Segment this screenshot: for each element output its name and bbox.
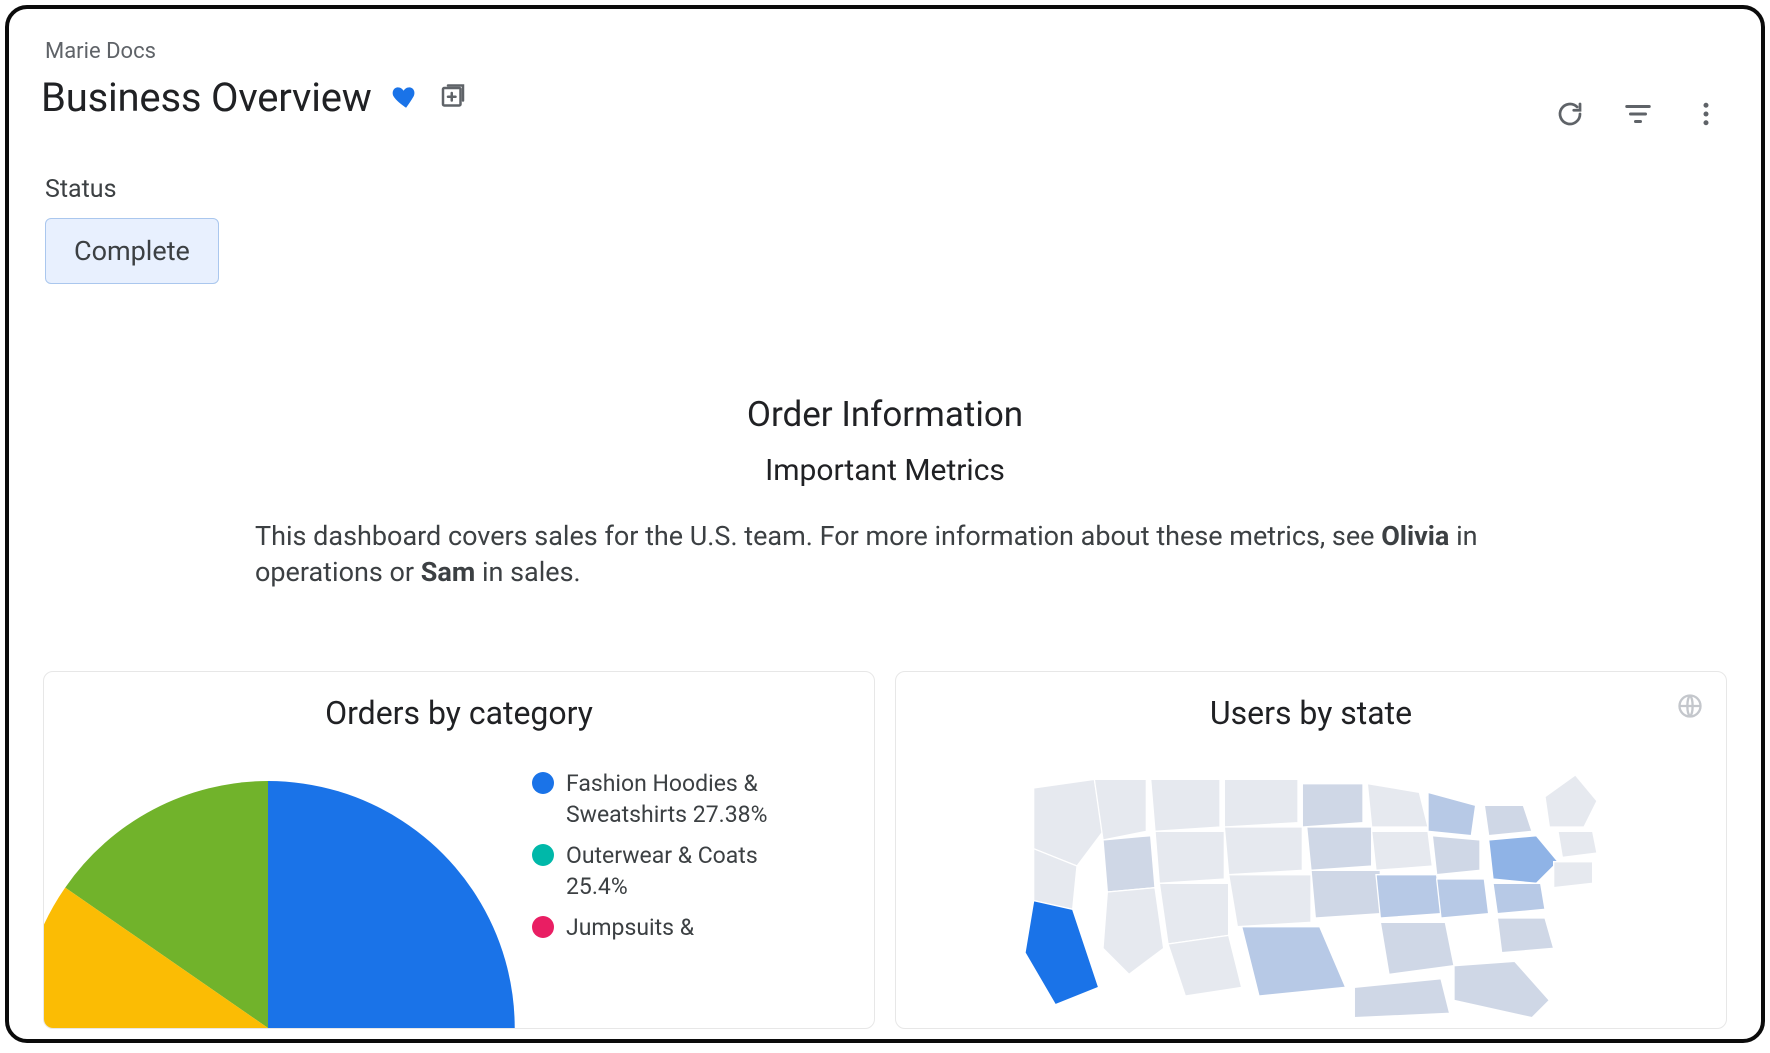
- legend-dot-icon: [532, 844, 554, 866]
- us-map: [920, 762, 1702, 1022]
- panel-title: Orders by category: [68, 694, 850, 732]
- legend-label: Jumpsuits &: [566, 914, 694, 941]
- pie-chart: [43, 768, 508, 1028]
- section-title: Order Information: [39, 394, 1731, 435]
- more-vert-icon[interactable]: [1691, 99, 1721, 129]
- page-title: Business Overview: [41, 74, 372, 121]
- title-row: Business Overview: [41, 74, 1731, 121]
- desc-text: This dashboard covers sales for the U.S.…: [255, 520, 1381, 552]
- status-label: Status: [45, 175, 1731, 204]
- filter-icon[interactable]: [1623, 99, 1653, 129]
- legend-value: 27.38: [693, 801, 751, 828]
- section-subtitle: Important Metrics: [39, 453, 1731, 488]
- pie-chart-wrap: Fashion Hoodies & Sweatshirts 27.38% Out…: [68, 768, 850, 1028]
- state-new-york[interactable]: [1489, 836, 1558, 884]
- section-header: Order Information Important Metrics This…: [39, 394, 1731, 591]
- panel-users-by-state[interactable]: Users by state: [895, 671, 1727, 1029]
- contact-sam: Sam: [421, 556, 475, 588]
- refresh-icon[interactable]: [1555, 99, 1585, 129]
- pie-legend: Fashion Hoodies & Sweatshirts 27.38% Out…: [532, 768, 812, 953]
- breadcrumb[interactable]: Marie Docs: [45, 39, 1731, 64]
- legend-dot-icon: [532, 916, 554, 938]
- legend-dot-icon: [532, 772, 554, 794]
- globe-icon[interactable]: [1676, 692, 1704, 720]
- status-filter-block: Status Complete: [45, 175, 1731, 284]
- panel-title: Users by state: [920, 694, 1702, 732]
- panels-row: Orders by category: [39, 671, 1731, 1029]
- legend-label: Outerwear & Coats: [566, 842, 758, 869]
- desc-text: in sales.: [475, 556, 580, 588]
- panel-orders-by-category[interactable]: Orders by category: [43, 671, 875, 1029]
- state-california[interactable]: [1025, 901, 1099, 1005]
- section-description: This dashboard covers sales for the U.S.…: [255, 518, 1515, 591]
- status-chip[interactable]: Complete: [45, 218, 219, 284]
- toolbar-right: [1555, 99, 1721, 129]
- contact-olivia: Olivia: [1381, 520, 1449, 552]
- legend-item[interactable]: Jumpsuits &: [532, 912, 812, 943]
- legend-item[interactable]: Outerwear & Coats 25.4%: [532, 840, 812, 902]
- favorite-heart-icon[interactable]: [388, 81, 422, 115]
- legend-item[interactable]: Fashion Hoodies & Sweatshirts 27.38%: [532, 768, 812, 830]
- legend-value: 25.4: [566, 873, 611, 900]
- add-to-board-icon[interactable]: [438, 83, 468, 113]
